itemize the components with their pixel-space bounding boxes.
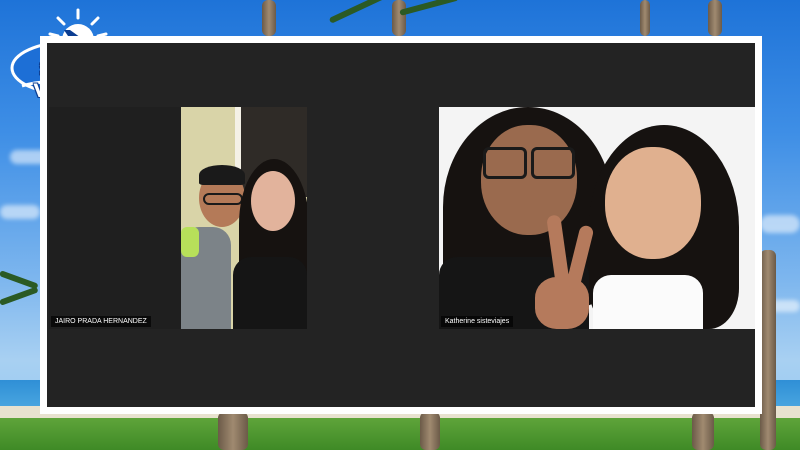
participant-video — [439, 107, 755, 329]
participant-tile[interactable]: JAIRO PRADA HERNANDEZ — [49, 107, 307, 329]
palm-tree — [392, 0, 406, 36]
participant-name: Katherine sisteviajes — [441, 316, 514, 327]
palm-tree — [760, 250, 776, 450]
video-meeting-window: JAIRO PRADA HERNANDEZ Katherine sistevia… — [47, 43, 755, 407]
grass — [0, 418, 800, 450]
participant-name: JAIRO PRADA HERNANDEZ — [51, 316, 151, 327]
participant-video — [181, 107, 307, 329]
palm-tree — [218, 412, 248, 450]
palm-tree — [708, 0, 722, 36]
palm-tree — [692, 412, 714, 450]
participant-tile[interactable]: Katherine sisteviajes — [439, 107, 755, 329]
palm-tree — [420, 412, 440, 450]
palm-tree — [262, 0, 276, 36]
palm-tree — [640, 0, 650, 36]
